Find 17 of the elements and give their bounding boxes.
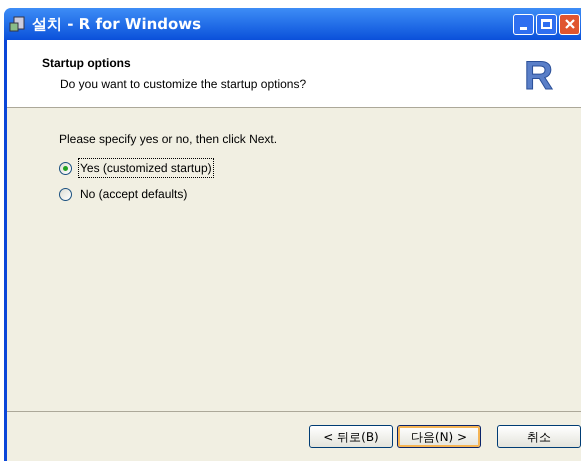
radio-option[interactable]: Yes (customized startup) [59, 158, 581, 178]
page-subtitle: Do you want to customize the startup options? [59, 76, 308, 93]
r-logo: R [524, 56, 553, 96]
next-button[interactable]: 다음(N) > [397, 425, 481, 448]
cancel-button[interactable]: 취소 [497, 425, 581, 448]
close-icon [564, 18, 576, 30]
back-button[interactable]: < 뒤로(B) [309, 425, 393, 448]
page-title: Startup options [42, 55, 132, 72]
radio-option[interactable]: No (accept defaults) [59, 185, 581, 203]
radio-button[interactable] [59, 162, 72, 174]
minimize-button[interactable] [513, 14, 534, 34]
window-title: 설치 - R for Windows [32, 14, 202, 35]
radio-button[interactable] [59, 188, 72, 200]
installer-icon [8, 15, 26, 33]
maximize-button[interactable] [536, 14, 557, 34]
close-button[interactable] [559, 14, 580, 34]
instruction-text: Please specify yes or no, then click Next. [59, 131, 278, 148]
